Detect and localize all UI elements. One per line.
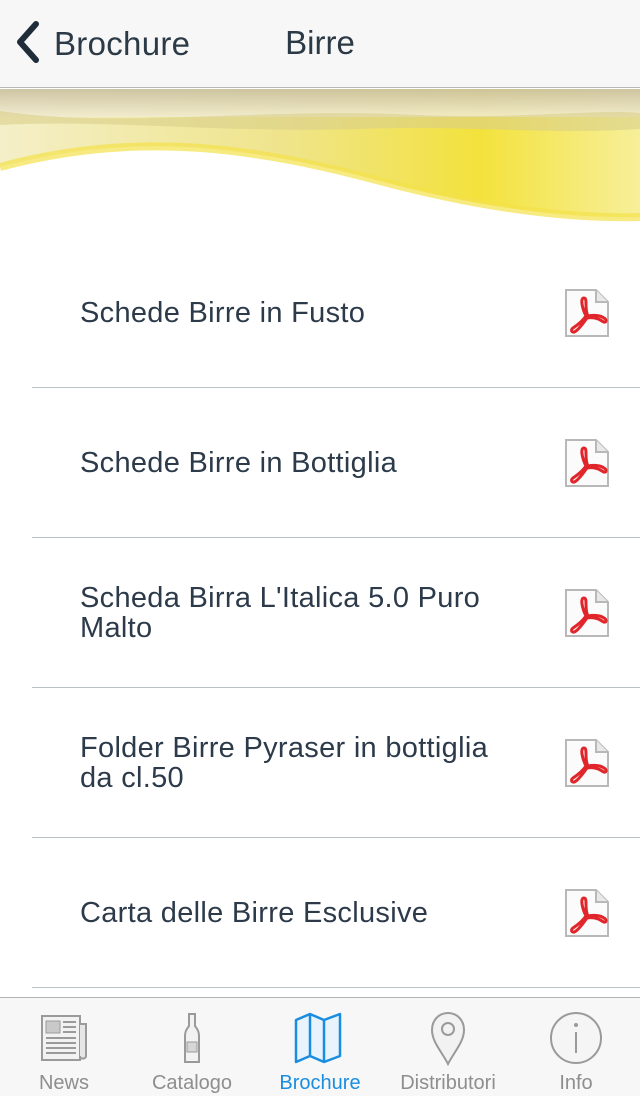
- list-item[interactable]: Folder Birre Pyraser in bottiglia da cl.…: [32, 688, 640, 838]
- pdf-icon[interactable]: [564, 738, 610, 788]
- list-item-label: Carta delle Birre Esclusive: [80, 896, 429, 929]
- list-item-label: Scheda Birra L'Italica 5.0 Puro Malto: [80, 581, 481, 644]
- pdf-icon[interactable]: [564, 288, 610, 338]
- tab-distributori-label: Distributori: [400, 1072, 496, 1094]
- info-icon: [546, 1010, 606, 1066]
- list-item-label: Folder Birre Pyraser in bottiglia da cl.…: [80, 731, 488, 794]
- tab-news[interactable]: News: [0, 998, 128, 1096]
- list-item[interactable]: Carta delle Birre Esclusive: [32, 838, 640, 988]
- tab-brochure-label: Brochure: [279, 1072, 361, 1094]
- navigation-bar: Brochure Birre: [0, 0, 640, 88]
- pdf-icon[interactable]: [564, 888, 610, 938]
- list-item[interactable]: Schede Birre in Fusto: [32, 238, 640, 388]
- tab-info-label: Info: [559, 1072, 593, 1094]
- location-pin-icon: [418, 1010, 478, 1066]
- list-item[interactable]: Scheda Birra L'Italica 5.0 Puro Malto: [32, 538, 640, 688]
- tab-catalogo-label: Catalogo: [151, 1072, 233, 1094]
- tab-news-label: News: [38, 1072, 89, 1094]
- tab-catalogo[interactable]: Catalogo: [128, 998, 256, 1096]
- pdf-icon[interactable]: [564, 588, 610, 638]
- map-icon: [290, 1010, 350, 1066]
- tab-info[interactable]: Info: [512, 998, 640, 1096]
- pdf-icon[interactable]: [564, 438, 610, 488]
- tab-distributori[interactable]: Distributori: [384, 998, 512, 1096]
- list-item-label: Schede Birre in Fusto: [80, 296, 366, 329]
- list-item-label: Schede Birre in Bottiglia: [80, 446, 397, 479]
- tab-bar: News Catalogo Brochure Distributori Info: [0, 997, 640, 1096]
- tab-brochure[interactable]: Brochure: [256, 998, 384, 1096]
- page-title: Birre: [285, 24, 355, 61]
- beer-banner-image: [0, 89, 640, 239]
- newspaper-icon: [34, 1010, 94, 1066]
- brochure-list: Schede Birre in Fusto Schede Birre in Bo…: [0, 238, 640, 988]
- bottle-icon: [162, 1010, 222, 1066]
- list-item[interactable]: Schede Birre in Bottiglia: [32, 388, 640, 538]
